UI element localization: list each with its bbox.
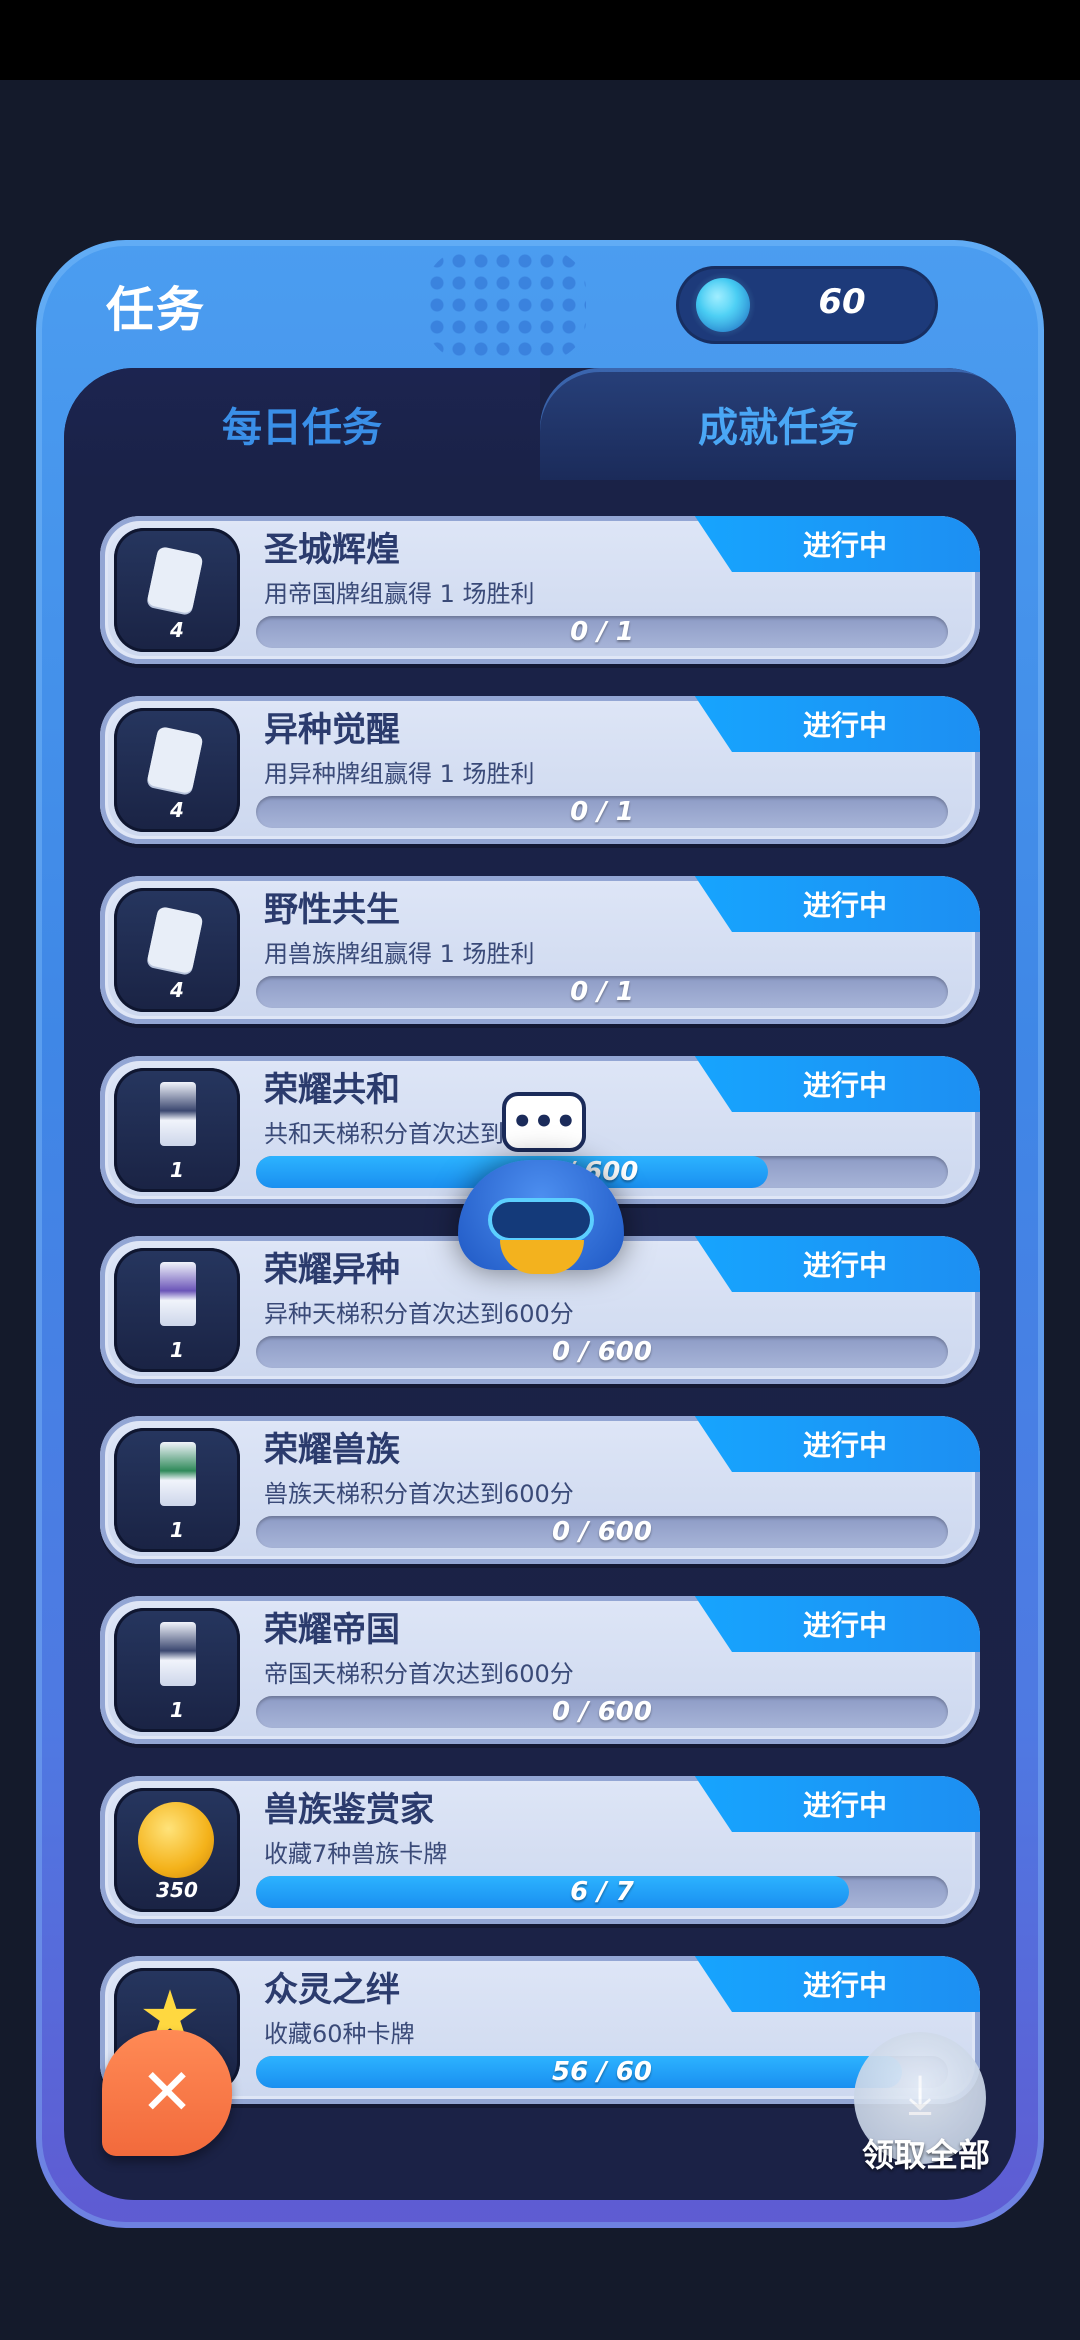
progress-bar: 0 / 600 (256, 1696, 948, 1728)
progress-text: 0 / 1 (570, 977, 634, 1007)
card-pack-icon (160, 1622, 196, 1686)
reward-count: 1 (170, 1338, 184, 1362)
progress-bar: 0 / 1 (256, 616, 948, 648)
progress-text: 56 / 60 (552, 2057, 652, 2087)
card-pack-icon (160, 1442, 196, 1506)
progress-text: 0 / 1 (570, 617, 634, 647)
progress-bar: 0 / 1 (256, 976, 948, 1008)
card-icon (146, 905, 204, 975)
reward-count: 1 (170, 1698, 184, 1722)
decorative-dots (426, 250, 586, 360)
task-description: 用帝国牌组赢得 1 场胜利 (264, 580, 535, 608)
progress-text: 0 / 600 (552, 1697, 652, 1727)
card-pack-icon (160, 1082, 196, 1146)
gold-coin-icon (138, 1802, 214, 1878)
reward-count: 1 (170, 1518, 184, 1542)
task-title: 众灵之绊 (264, 1970, 400, 2010)
task-card[interactable]: ★ 进行中 众灵之绊 收藏60种卡牌 56 / 60 (100, 1956, 980, 2104)
task-description: 收藏7种兽族卡牌 (264, 1840, 448, 1868)
tab-daily-tasks[interactable]: 每日任务 (64, 368, 540, 480)
task-list-container: 每日任务 成就任务 4 进行中 圣城辉煌 用帝国牌组赢得 1 场胜利 0 / 1 4 进行中… (64, 368, 1016, 2200)
task-title: 圣城辉煌 (264, 530, 400, 570)
task-title: 异种觉醒 (264, 710, 400, 750)
status-bar (0, 0, 1080, 80)
task-title: 荣耀共和 (264, 1070, 400, 1110)
reward-count: 4 (170, 978, 184, 1002)
reward-thumbnail[interactable]: 1 (114, 1248, 240, 1372)
task-card[interactable]: 1 进行中 荣耀帝国 帝国天梯积分首次达到600分 0 / 600 (100, 1596, 980, 1744)
progress-text: 0 / 600 (552, 1517, 652, 1547)
reward-thumbnail[interactable]: 1 (114, 1428, 240, 1552)
task-title: 兽族鉴赏家 (264, 1790, 434, 1830)
currency-value: 60 (818, 282, 866, 322)
reward-thumbnail[interactable]: 350 (114, 1788, 240, 1912)
task-description: 兽族天梯积分首次达到600分 (264, 1480, 574, 1508)
download-tray-icon: ⤓ (908, 2062, 932, 2125)
task-card[interactable]: 350 进行中 兽族鉴赏家 收藏7种兽族卡牌 6 / 7 (100, 1776, 980, 1924)
reward-thumbnail[interactable]: 4 (114, 888, 240, 1012)
progress-bar: 56 / 60 (256, 2056, 948, 2088)
tab-achievement-tasks[interactable]: 成就任务 (540, 368, 1016, 480)
reward-thumbnail[interactable]: 1 (114, 1608, 240, 1732)
task-title: 荣耀异种 (264, 1250, 400, 1290)
task-title: 荣耀兽族 (264, 1430, 400, 1470)
task-description: 用兽族牌组赢得 1 场胜利 (264, 940, 535, 968)
mascot-speech-bubble: ••• (502, 1092, 586, 1152)
task-description: 异种天梯积分首次达到600分 (264, 1300, 574, 1328)
card-icon (146, 725, 204, 795)
task-title: 荣耀帝国 (264, 1610, 400, 1650)
task-description: 收藏60种卡牌 (264, 2020, 415, 2048)
task-description: 用异种牌组赢得 1 场胜利 (264, 760, 535, 788)
progress-bar: 0 / 1 (256, 796, 948, 828)
card-icon (146, 545, 204, 615)
mascot-face (488, 1198, 594, 1242)
progress-bar: 6 / 7 (256, 1876, 948, 1908)
task-description: 帝国天梯积分首次达到600分 (264, 1660, 574, 1688)
progress-bar: 0 / 600 (256, 1516, 948, 1548)
task-title: 野性共生 (264, 890, 400, 930)
reward-count: 1 (170, 1158, 184, 1182)
task-card[interactable]: 4 进行中 圣城辉煌 用帝国牌组赢得 1 场胜利 0 / 1 (100, 516, 980, 664)
reward-thumbnail[interactable]: 4 (114, 528, 240, 652)
task-card[interactable]: 1 进行中 荣耀兽族 兽族天梯积分首次达到600分 0 / 600 (100, 1416, 980, 1564)
reward-count: 350 (156, 1878, 198, 1902)
task-card[interactable]: 4 进行中 异种觉醒 用异种牌组赢得 1 场胜利 0 / 1 (100, 696, 980, 844)
card-pack-icon (160, 1262, 196, 1326)
progress-text: 0 / 1 (570, 797, 634, 827)
progress-bar: 0 / 600 (256, 1336, 948, 1368)
progress-text: 6 / 7 (570, 1877, 634, 1907)
reward-thumbnail[interactable]: 1 (114, 1068, 240, 1192)
progress-text: 0 / 600 (552, 1337, 652, 1367)
panel-title: 任务 (106, 282, 207, 338)
reward-count: 4 (170, 798, 184, 822)
task-card[interactable]: 4 进行中 野性共生 用兽族牌组赢得 1 场胜利 0 / 1 (100, 876, 980, 1024)
reward-count: 4 (170, 618, 184, 642)
claim-all-label[interactable]: 领取全部 (856, 2130, 996, 2176)
reward-thumbnail[interactable]: 4 (114, 708, 240, 832)
currency-display: 60 (676, 266, 938, 344)
close-button[interactable]: ✕ (102, 2030, 232, 2156)
